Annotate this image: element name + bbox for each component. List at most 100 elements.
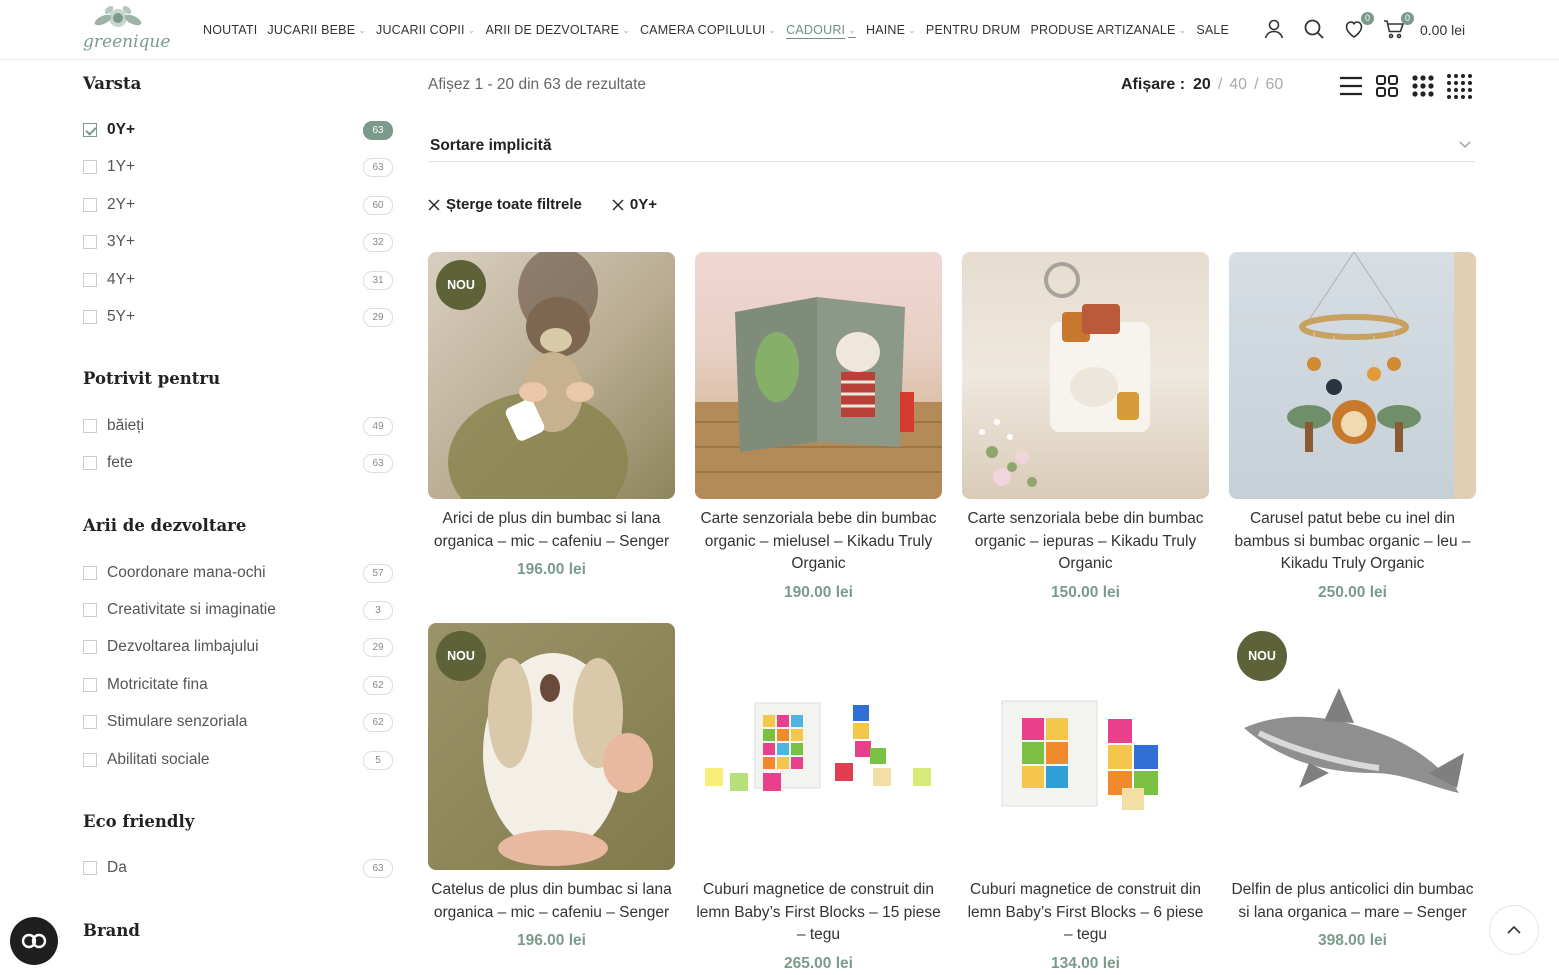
filter-count: 63 xyxy=(363,157,393,177)
nav-item-jucarii-bebe[interactable]: JUCARII BEBE ⌄ xyxy=(267,23,366,37)
product-image[interactable]: NOU xyxy=(1229,623,1476,870)
product-card[interactable]: Carusel patut bebe cu inel din bambus si… xyxy=(1229,252,1476,602)
filter-option-4y[interactable]: 4Y+ 31 xyxy=(83,268,395,292)
filter-label: Da xyxy=(107,859,127,876)
sort-dropdown[interactable]: Sortare implicită xyxy=(428,130,1475,162)
checkbox[interactable] xyxy=(83,678,97,692)
nav-item-arii-de-dezvoltare[interactable]: ARII DE DEZVOLTARE ⌄ xyxy=(485,23,629,37)
active-filter-label: 0Y+ xyxy=(629,196,657,213)
filter-option-3y[interactable]: 3Y+ 32 xyxy=(83,230,395,254)
checkbox[interactable] xyxy=(83,603,97,617)
filter-label: 2Y+ xyxy=(107,196,136,213)
new-badge: NOU xyxy=(1237,631,1287,681)
product-title[interactable]: Arici de plus din bumbac si lana organic… xyxy=(428,508,675,553)
product-title[interactable]: Carte senzoriala bebe din bumbac organic… xyxy=(695,508,942,576)
nav-item-sale[interactable]: SALE xyxy=(1196,23,1229,37)
per-page-20[interactable]: 20 xyxy=(1193,76,1211,94)
product-image[interactable] xyxy=(695,252,942,499)
product-title[interactable]: Cuburi magnetice de construit din lemn B… xyxy=(695,879,942,947)
checkbox[interactable] xyxy=(83,273,97,287)
grid-3-icon[interactable] xyxy=(1410,73,1436,99)
product-title[interactable]: Catelus de plus din bumbac si lana organ… xyxy=(428,879,675,924)
checkbox[interactable] xyxy=(83,419,97,433)
product-image[interactable] xyxy=(962,623,1209,870)
filter-option-abilitati[interactable]: Abilitati sociale 5 xyxy=(83,748,395,772)
checkbox[interactable] xyxy=(83,235,97,249)
product-image[interactable] xyxy=(962,252,1209,499)
checkbox[interactable] xyxy=(83,566,97,580)
nav-item-cadouri[interactable]: CADOURI ⌄ xyxy=(786,23,856,37)
checkbox[interactable] xyxy=(83,456,97,470)
product-title[interactable]: Carte senzoriala bebe din bumbac organic… xyxy=(962,508,1209,576)
nav-item-jucarii-copii[interactable]: JUCARII COPII ⌄ xyxy=(376,23,475,37)
product-image[interactable]: NOU xyxy=(428,623,675,870)
product-card[interactable]: NOU Delfin de plus anticolici din bumbac… xyxy=(1229,623,1476,950)
filter-label: Dezvoltarea limbajului xyxy=(107,638,259,655)
filter-count: 62 xyxy=(363,675,393,695)
filter-option-5y[interactable]: 5Y+ 29 xyxy=(83,305,395,329)
accessibility-button[interactable] xyxy=(10,917,58,965)
nav-item-pentru-drum[interactable]: PENTRU DRUM xyxy=(926,23,1021,37)
product-card[interactable]: NOU Catelus de plus din bumbac si lana o… xyxy=(428,623,675,950)
chevron-down-icon: ⌄ xyxy=(768,24,777,35)
site-logo[interactable]: greenique xyxy=(83,4,170,56)
checkbox[interactable] xyxy=(83,715,97,729)
filter-option-1y[interactable]: 1Y+ 63 xyxy=(83,155,395,179)
search-icon[interactable] xyxy=(1302,17,1328,43)
scroll-to-top-button[interactable] xyxy=(1489,905,1539,955)
filter-option-motricitate[interactable]: Motricitate fina 62 xyxy=(83,673,395,697)
nav-item-camera-copilului[interactable]: CAMERA COPILULUI ⌄ xyxy=(640,23,776,37)
filter-option-fete[interactable]: fete 63 xyxy=(83,451,395,475)
nav-item-produse-artizanale[interactable]: PRODUSE ARTIZANALE ⌄ xyxy=(1030,23,1186,37)
filter-option-da[interactable]: Da 63 xyxy=(83,856,395,880)
filter-option-baieti[interactable]: băieți 49 xyxy=(83,414,395,438)
product-title[interactable]: Carusel patut bebe cu inel din bambus si… xyxy=(1229,508,1476,576)
cart-icon[interactable]: 0 xyxy=(1382,12,1414,43)
list-view-icon[interactable] xyxy=(1338,73,1364,99)
per-page-60[interactable]: 60 xyxy=(1266,76,1284,94)
checkbox[interactable] xyxy=(83,861,97,875)
checkbox-checked[interactable] xyxy=(83,123,97,137)
nav-label: NOUTATI xyxy=(203,23,258,37)
filter-option-2y[interactable]: 2Y+ 60 xyxy=(83,193,395,217)
nav-item-noutati[interactable]: NOUTATI xyxy=(203,23,257,37)
product-image[interactable] xyxy=(695,623,942,870)
remove-filter-0y[interactable]: 0Y+ xyxy=(612,196,657,213)
checkbox[interactable] xyxy=(83,198,97,212)
filter-option-stimulare[interactable]: Stimulare senzoriala 62 xyxy=(83,710,395,734)
product-title[interactable]: Delfin de plus anticolici din bumbac si … xyxy=(1229,879,1476,924)
checkbox[interactable] xyxy=(83,310,97,324)
per-page-40[interactable]: 40 xyxy=(1229,76,1247,94)
filter-title-eco-friendly: Eco friendly xyxy=(83,812,195,831)
product-image[interactable]: NOU xyxy=(428,252,675,499)
checkbox[interactable] xyxy=(83,640,97,654)
wishlist-count-badge: 0 xyxy=(1361,12,1374,25)
wishlist-heart-icon[interactable]: 0 xyxy=(1342,12,1374,43)
grid-2-icon[interactable] xyxy=(1374,73,1400,99)
result-count: Afișez 1 - 20 din 63 de rezultate xyxy=(428,76,646,93)
checkbox[interactable] xyxy=(83,753,97,767)
filter-label: Coordonare mana-ochi xyxy=(107,564,266,581)
account-icon[interactable] xyxy=(1262,17,1288,43)
checkbox[interactable] xyxy=(83,160,97,174)
filter-option-limbaj[interactable]: Dezvoltarea limbajului 29 xyxy=(83,635,395,659)
cart-total[interactable]: 0.00 lei xyxy=(1420,22,1465,38)
product-image[interactable] xyxy=(1229,252,1476,499)
nav-label: CADOURI xyxy=(786,23,846,37)
product-title[interactable]: Cuburi magnetice de construit din lemn B… xyxy=(962,879,1209,947)
product-card[interactable]: Cuburi magnetice de construit din lemn B… xyxy=(962,623,1209,973)
filter-label: băieți xyxy=(107,417,145,434)
product-card[interactable]: NOU Arici de plus din bumbac si lana org… xyxy=(428,252,675,579)
filter-option-0y[interactable]: 0Y+ 63 xyxy=(83,118,395,142)
magnetic-blocks-15-image xyxy=(705,702,931,791)
product-card[interactable]: Carte senzoriala bebe din bumbac organic… xyxy=(695,252,942,602)
product-card[interactable]: Carte senzoriala bebe din bumbac organic… xyxy=(962,252,1209,602)
nav-item-haine[interactable]: HAINE ⌄ xyxy=(866,23,916,37)
clear-all-filters[interactable]: Șterge toate filtrele xyxy=(428,196,582,213)
filter-option-coordonare[interactable]: Coordonare mana-ochi 57 xyxy=(83,561,395,585)
product-card[interactable]: Cuburi magnetice de construit din lemn B… xyxy=(695,623,942,973)
grid-4-icon[interactable] xyxy=(1446,73,1472,99)
leaf-logo-icon xyxy=(94,6,142,27)
filter-option-creativitate[interactable]: Creativitate si imaginatie 3 xyxy=(83,598,395,622)
header-actions: 0 0 0.00 lei xyxy=(1262,12,1465,46)
